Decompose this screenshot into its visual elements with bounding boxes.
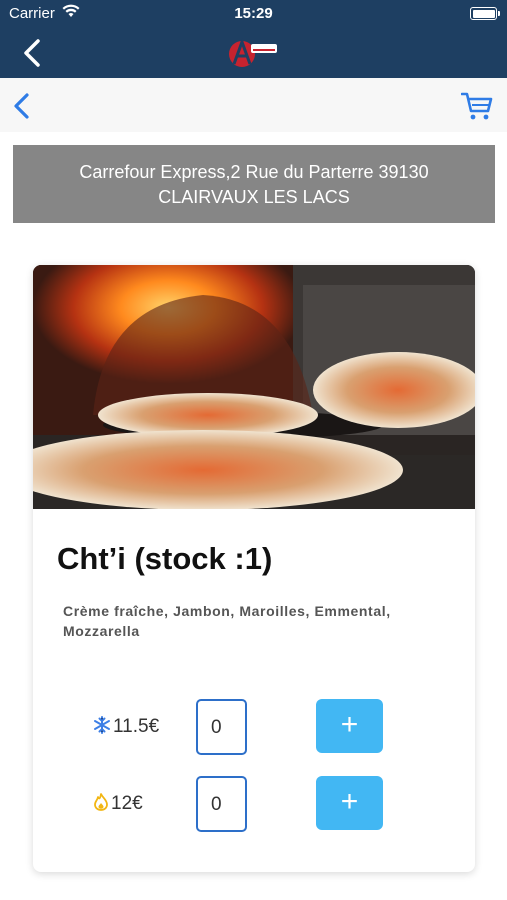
secondary-toolbar [0,78,507,132]
product-card: Cht’i (stock :1) Crème fraîche, Jambon, … [33,265,475,872]
pizza-logo [229,37,277,67]
back-arrow-icon[interactable] [10,91,32,121]
option-price-value: 11.5€ [113,716,160,737]
quantity-field[interactable]: 0 [196,699,247,755]
option-row-fresh: 12€ 0 + [33,776,475,832]
pizza-photo [33,265,475,509]
option-price: 11.5€ [93,716,159,738]
back-chevron-icon[interactable] [18,36,48,70]
flame-icon [94,793,108,811]
address-line-1: Carrefour Express,2 Rue du Parterre 3913… [79,162,429,182]
status-bar: Carrier 15:29 [0,0,507,28]
product-description: Crème fraîche, Jambon, Maroilles, Emment… [63,603,391,639]
option-price: 12€ [93,793,143,815]
option-row-frozen: 11.5€ 0 + [33,699,475,755]
cart-icon[interactable] [461,91,493,121]
snowflake-icon [94,716,110,734]
store-address-banner: Carrefour Express,2 Rue du Parterre 3913… [13,145,495,223]
top-navigation-bar: Carrier 15:29 [0,0,507,78]
quantity-field[interactable]: 0 [196,776,247,832]
add-button[interactable]: + [316,699,383,753]
add-button[interactable]: + [316,776,383,830]
clock: 15:29 [234,5,273,22]
address-line-2: CLAIRVAUX LES LACS [158,187,350,207]
product-title: Cht’i (stock :1) [57,541,273,576]
option-price-value: 12€ [111,793,143,814]
battery-icon [470,7,500,20]
